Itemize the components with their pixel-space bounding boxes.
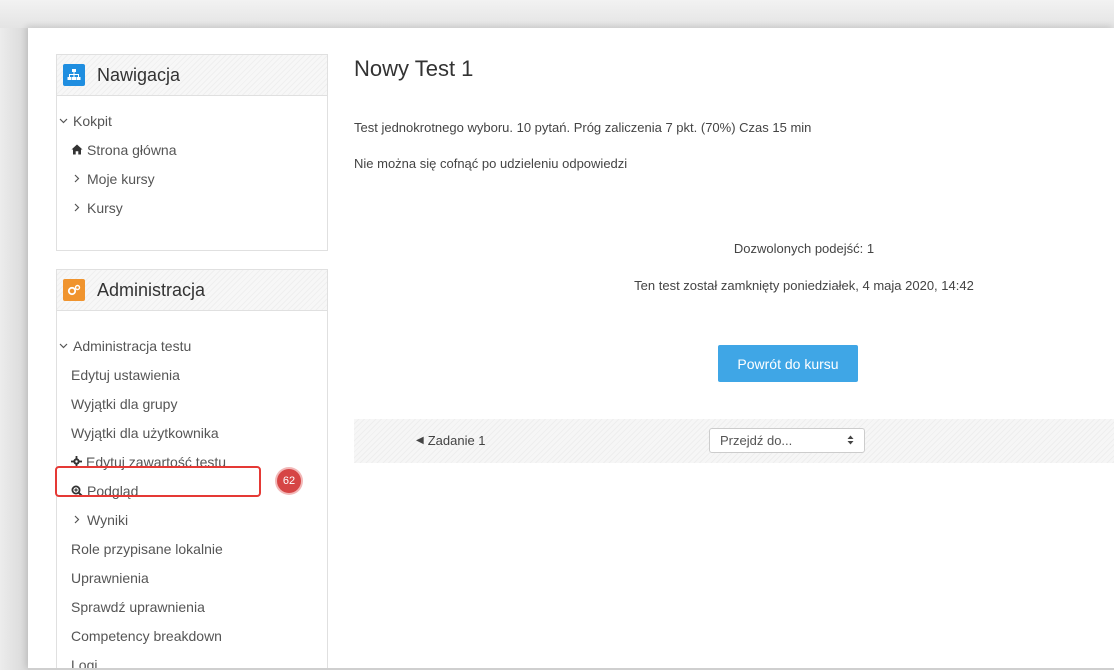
nav-item-kokpit[interactable]: Kokpit	[57, 106, 327, 135]
sitemap-icon	[63, 64, 85, 86]
chevron-down-icon	[57, 118, 69, 124]
admin-item-label: Sprawdź uprawnienia	[71, 598, 205, 615]
admin-item-label: Wyniki	[87, 511, 129, 528]
quiz-closed-info: Ten test został zamknięty poniedziałek, …	[634, 278, 974, 293]
nav-item-home[interactable]: Strona główna	[57, 135, 327, 164]
quiz-description: Test jednokrotnego wyboru. 10 pytań. Pró…	[354, 120, 812, 135]
admin-item-check-permissions[interactable]: Sprawdź uprawnienia	[57, 592, 327, 621]
sort-arrows-icon	[847, 433, 854, 448]
navigation-list: Kokpit Strona główna Moje kursy Kursy	[57, 106, 327, 222]
admin-item-user-overrides[interactable]: Wyjątki dla użytkownika	[57, 418, 327, 447]
admin-item-label: Competency breakdown	[71, 627, 222, 644]
nav-item-my-courses[interactable]: Moje kursy	[57, 164, 327, 193]
navigation-title: Nawigacja	[97, 64, 181, 85]
chevron-down-icon	[57, 343, 69, 349]
nav-item-label: Kokpit	[73, 112, 112, 129]
admin-item-label: Wyjątki dla grupy	[71, 395, 178, 412]
preview-highlight-box	[55, 466, 261, 497]
home-icon	[71, 144, 83, 155]
admin-item-local-roles[interactable]: Role przypisane lokalnie	[57, 534, 327, 563]
nav-item-label: Moje kursy	[87, 170, 155, 187]
admin-item-edit-settings[interactable]: Edytuj ustawienia	[57, 360, 327, 389]
quiz-note: Nie można się cofnąć po udzieleniu odpow…	[354, 156, 628, 171]
window-top-edge	[0, 0, 1114, 28]
jump-to-select[interactable]: Przejdź do...	[709, 428, 865, 453]
admin-item-label: Administracja testu	[73, 337, 192, 354]
page-title: Nowy Test 1	[354, 56, 474, 81]
administration-title: Administracja	[97, 279, 206, 300]
previous-activity-link[interactable]: ◀ Zadanie 1	[416, 433, 486, 448]
administration-block-header: Administracja	[57, 270, 327, 311]
previous-activity-label: Zadanie 1	[427, 433, 486, 448]
triangle-left-icon: ◀	[416, 435, 424, 446]
gears-icon	[63, 279, 85, 301]
admin-item-competency-breakdown[interactable]: Competency breakdown	[57, 621, 327, 650]
window-left-edge	[0, 28, 28, 670]
annotation-badge: 62	[277, 469, 301, 493]
admin-item-label: Edytuj ustawienia	[71, 366, 180, 383]
nav-item-label: Strona główna	[87, 141, 177, 158]
chevron-right-icon	[71, 515, 83, 524]
admin-item-permissions[interactable]: Uprawnienia	[57, 563, 327, 592]
administration-list: Administracja testu Edytuj ustawienia Wy…	[57, 331, 327, 670]
admin-item-label: Wyjątki dla użytkownika	[71, 424, 219, 441]
admin-item-quiz-administration[interactable]: Administracja testu	[57, 331, 327, 360]
nav-item-label: Kursy	[87, 199, 123, 216]
page-frame: Nawigacja Kokpit Strona główna Moje kurs…	[28, 28, 1114, 670]
admin-item-label: Role przypisane lokalnie	[71, 540, 223, 557]
admin-item-label: Uprawnienia	[71, 569, 149, 586]
chevron-right-icon	[71, 203, 83, 212]
main-content: Nowy Test 1 Test jednokrotnego wyboru. 1…	[354, 28, 1114, 670]
admin-item-logs[interactable]: Logi	[57, 650, 327, 670]
attempts-allowed: Dozwolonych podejść: 1	[733, 241, 875, 256]
chevron-right-icon	[71, 174, 83, 183]
navigation-block: Nawigacja Kokpit Strona główna Moje kurs…	[56, 54, 328, 251]
navigation-block-header: Nawigacja	[57, 55, 327, 96]
navigation-body: Kokpit Strona główna Moje kursy Kursy	[57, 96, 327, 222]
jump-to-select-value: Przejdź do...	[720, 433, 793, 448]
admin-item-group-overrides[interactable]: Wyjątki dla grupy	[57, 389, 327, 418]
activity-navigation-bar: ◀ Zadanie 1 Przejdź do...	[354, 419, 1114, 463]
nav-item-courses[interactable]: Kursy	[57, 193, 327, 222]
admin-item-results[interactable]: Wyniki	[57, 505, 327, 534]
back-to-course-button[interactable]: Powrót do kursu	[718, 345, 858, 382]
